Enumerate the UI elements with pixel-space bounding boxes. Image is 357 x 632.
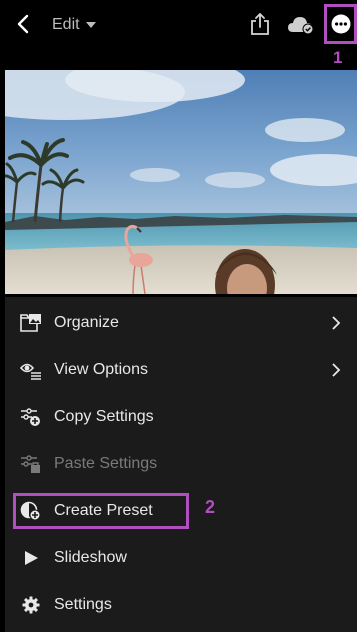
menu-item-paste-settings: Paste Settings — [5, 441, 357, 487]
menu-item-slideshow[interactable]: Slideshow — [5, 535, 357, 581]
share-icon[interactable] — [250, 13, 270, 35]
top-bar: Edit — [0, 0, 357, 50]
play-icon — [19, 547, 43, 569]
menu-item-label: Settings — [54, 596, 112, 613]
menu-item-label: Slideshow — [54, 549, 127, 566]
gear-icon — [19, 594, 43, 616]
paste-settings-icon — [19, 453, 43, 475]
photo-preview[interactable] — [5, 70, 357, 294]
step-2-marker: 2 — [205, 497, 216, 517]
menu-item-organize[interactable]: Organize — [5, 300, 357, 346]
chevron-right-icon — [332, 363, 341, 377]
caret-down-icon — [85, 22, 96, 28]
more-options-menu: Organize View Options Copy Settings Past… — [5, 297, 357, 632]
menu-item-settings[interactable]: Settings — [5, 582, 357, 628]
lightroom-screen: Edit 1 Organize View Options Copy Settin… — [0, 0, 357, 632]
cloud-sync-icon[interactable] — [287, 15, 315, 35]
menu-item-view-options[interactable]: View Options — [5, 347, 357, 393]
create-preset-highlight — [13, 493, 189, 529]
menu-item-label: Paste Settings — [54, 455, 158, 472]
menu-item-label: Copy Settings — [54, 408, 154, 425]
menu-item-label: Organize — [54, 314, 119, 331]
menu-item-label: View Options — [54, 361, 148, 378]
copy-settings-icon — [19, 406, 43, 428]
more-options-button[interactable] — [324, 4, 357, 44]
chevron-right-icon — [332, 316, 341, 330]
step-1-marker: 1 — [333, 48, 343, 67]
edit-mode-label: Edit — [52, 16, 80, 33]
back-icon[interactable] — [12, 12, 36, 36]
edit-mode-dropdown[interactable]: Edit — [52, 14, 96, 36]
more-icon — [331, 14, 350, 34]
organize-icon — [19, 312, 43, 334]
menu-item-copy-settings[interactable]: Copy Settings — [5, 394, 357, 440]
view-options-icon — [19, 359, 43, 381]
